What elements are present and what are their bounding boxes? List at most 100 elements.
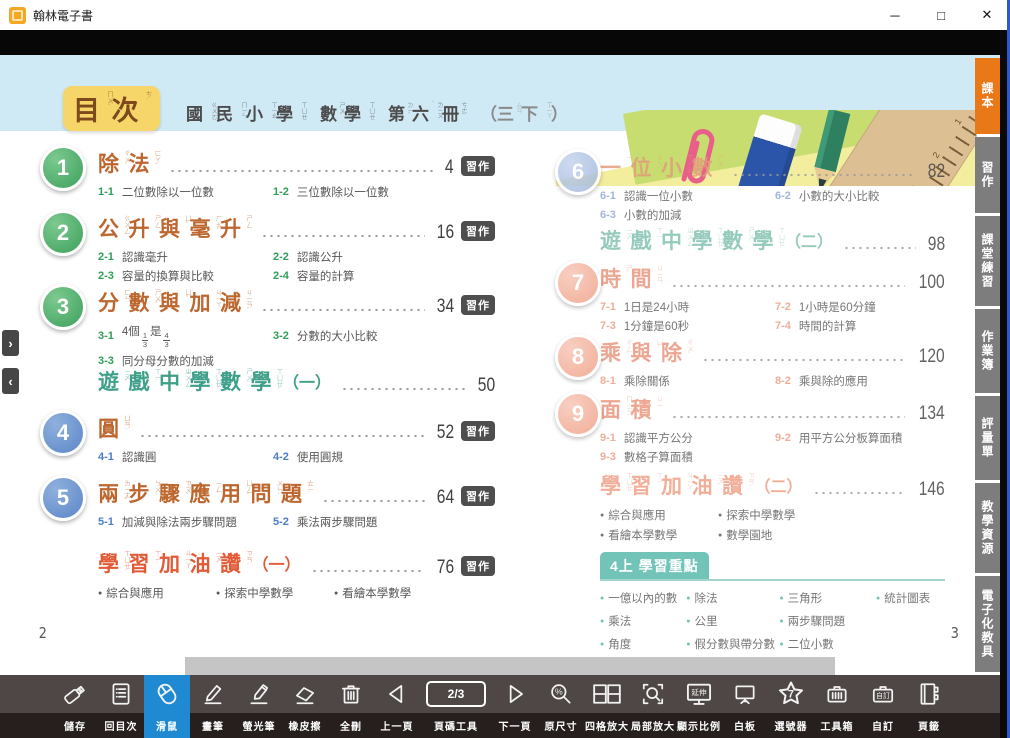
toc-subitem[interactable]: 7-11日是24小時: [600, 299, 775, 315]
toc-subitem[interactable]: 3-14個13是43: [98, 323, 273, 350]
feature-bullet-item: 數學園地: [718, 527, 836, 543]
toc-subitem[interactable]: 6-2小數的大小比較: [775, 188, 945, 204]
feature-title-row[interactable]: 學ㄒㄩㄝˊ習ㄒㄧˊ加ㄐㄧㄚ油ㄧㄡˊ讚ㄗㄢˋ（二）146: [600, 470, 945, 500]
sidebar-tab-5[interactable]: 評量單: [975, 396, 1000, 480]
toolbar-button-白板[interactable]: 白板: [722, 675, 768, 738]
toolbar-button-label: 滑鼠: [156, 713, 178, 738]
feature-title-row[interactable]: 遊ㄧㄡˊ戲ㄒㄧˋ中ㄓㄨㄥ學ㄒㄩㄝˊ數ㄕㄨˋ學ㄒㄩㄝˊ（二）98: [600, 225, 945, 255]
toolbar-button-四格放大[interactable]: 四格放大: [584, 675, 630, 738]
toc-subitem[interactable]: 4-2使用圓規: [273, 449, 495, 465]
maximize-button[interactable]: □: [918, 0, 964, 30]
toc-subitem[interactable]: 2-2認識公升: [273, 249, 495, 265]
svg-text:自訂: 自訂: [876, 691, 890, 700]
toolbar-button-工具箱[interactable]: 工具箱: [814, 675, 860, 738]
chapter-title-row[interactable]: 時ㄕˊ間ㄐㄧㄢ100: [600, 263, 945, 293]
toc-entry[interactable]: 7時ㄕˊ間ㄐㄧㄢ1007-11日是24小時7-21小時是60分鐘7-31分鐘是6…: [555, 263, 945, 334]
minimize-button[interactable]: ─: [872, 0, 918, 30]
chapter-title-row[interactable]: 除ㄔㄨˊ法ㄈㄚˇ4習作: [98, 148, 495, 178]
feature-title-row[interactable]: 學ㄒㄩㄝˊ習ㄒㄧˊ加ㄐㄧㄚ油ㄧㄡˊ讚ㄗㄢˋ（一）76習作: [98, 548, 495, 578]
toc-entry[interactable]: 8乘ㄔㄥˊ與ㄩˇ除ㄔㄨˊ1208-1乘除關係8-2乘與除的應用: [555, 337, 945, 389]
toc-entry[interactable]: 遊ㄧㄡˊ戲ㄒㄧˋ中ㄓㄨㄥ學ㄒㄩㄝˊ數ㄕㄨˋ學ㄒㄩㄝˊ（二）98: [555, 225, 945, 255]
toolbar-button-頁籤[interactable]: 頁籤: [906, 675, 952, 738]
chapter-title-row[interactable]: 一ㄧ位ㄨㄟˋ小ㄒㄧㄠˇ數ㄕㄨˋ82: [600, 152, 945, 182]
toc-subitem[interactable]: 7-31分鐘是60秒: [600, 318, 775, 334]
toc-subitem[interactable]: 9-1認識平方公分: [600, 430, 775, 446]
toc-entry[interactable]: 5兩ㄌㄧㄤˇ步ㄅㄨˋ驟ㄗㄡˋ應ㄧㄥˋ用ㄩㄥˋ問ㄨㄣˋ題ㄊㄧˊ64習作5-1加減與…: [40, 478, 495, 530]
toc-subitem[interactable]: 6-3小數的加減: [600, 207, 775, 223]
toc-entry[interactable]: 4圓ㄩㄢˊ52習作4-1認識圓4-2使用圓規: [40, 413, 495, 465]
sidebar-tab-6[interactable]: 教學資源: [975, 483, 1000, 573]
toolbar-button-回目次[interactable]: 回目次: [98, 675, 144, 738]
toc-subitem[interactable]: 1-2三位數除以一位數: [273, 184, 495, 200]
title-character: （: [480, 100, 497, 125]
sidebar-tab-7[interactable]: 電子化教具: [975, 576, 1000, 672]
toc-entry[interactable]: 2公ㄍㄨㄥ升ㄕㄥ與ㄩˇ毫ㄏㄠˊ升ㄕㄥ16習作2-1認識毫升2-2認識公升2-3容…: [40, 213, 495, 284]
toc-entry[interactable]: 6一ㄧ位ㄨㄟˋ小ㄒㄧㄠˇ數ㄕㄨˋ826-1認識一位小數6-2小數的大小比較6-3…: [555, 152, 945, 223]
workbook-badge[interactable]: 習作: [461, 421, 495, 441]
toolbar-button-下一頁[interactable]: 下一頁: [492, 675, 538, 738]
subitem-number: 7-4: [775, 320, 791, 332]
toolbar-button-橡皮擦[interactable]: 橡皮擦: [282, 675, 328, 738]
toc-subitem[interactable]: 3-2分數的大小比較: [273, 323, 495, 350]
toc-entry[interactable]: 3分ㄈㄣ數ㄕㄨˋ與ㄩˇ加ㄐㄧㄚ減ㄐㄧㄢˇ34習作3-14個13是433-2分數的…: [40, 287, 495, 369]
toc-subitem[interactable]: 9-2用平方公分板算面積: [775, 430, 945, 446]
chapter-title-row[interactable]: 面ㄇㄧㄢˋ積ㄐㄧ134: [600, 394, 945, 424]
horizontal-scrollbar[interactable]: [185, 657, 835, 675]
workbook-badge[interactable]: 習作: [461, 295, 495, 315]
learning-highlights[interactable]: 4上 學習重點一億以內的數乘法角度除法公里假分數與帶分數三角形兩步驟問題二位小數…: [555, 552, 945, 652]
toc-subitem[interactable]: 2-1認識毫升: [98, 249, 273, 265]
toc-subitem[interactable]: 7-21小時是60分鐘: [775, 299, 945, 315]
chapter-title-row[interactable]: 圓ㄩㄢˊ52習作: [98, 413, 495, 443]
toolbar-button-滑鼠[interactable]: 滑鼠: [144, 675, 190, 738]
chapter-title-row[interactable]: 兩ㄌㄧㄤˇ步ㄅㄨˋ驟ㄗㄡˋ應ㄧㄥˋ用ㄩㄥˋ問ㄨㄣˋ題ㄊㄧˊ64習作: [98, 478, 495, 508]
toc-subitem[interactable]: 4-1認識圓: [98, 449, 273, 465]
toc-subitem[interactable]: 2-3容量的換算與比較: [98, 268, 273, 284]
toc-subitem[interactable]: 5-2乘法兩步驟問題: [273, 514, 495, 530]
toc-entry[interactable]: 1除ㄔㄨˊ法ㄈㄚˇ4習作1-1二位數除以一位數1-2三位數除以一位數: [40, 148, 495, 200]
highlights-item: 二位小數: [779, 636, 876, 652]
toc-entry[interactable]: 學ㄒㄩㄝˊ習ㄒㄧˊ加ㄐㄧㄚ油ㄧㄡˊ讚ㄗㄢˋ（一）76習作綜合與應用探索中學數學看…: [40, 548, 495, 605]
pen-icon: [200, 675, 226, 713]
toolbar-button-畫筆[interactable]: 畫筆: [190, 675, 236, 738]
workbook-badge[interactable]: 習作: [461, 221, 495, 241]
toc-subitem[interactable]: 9-3數格子算面積: [600, 449, 775, 465]
chapter-title-row[interactable]: 分ㄈㄣ數ㄕㄨˋ與ㄩˇ加ㄐㄧㄚ減ㄐㄧㄢˇ34習作: [98, 287, 495, 317]
toolbar-button-選號器[interactable]: 7選號器: [768, 675, 814, 738]
chapter-title-row[interactable]: 公ㄍㄨㄥ升ㄕㄥ與ㄩˇ毫ㄏㄠˊ升ㄕㄥ16習作: [98, 213, 495, 243]
chapter-page-number: 16: [437, 223, 454, 242]
toc-subitem[interactable]: 8-1乘除關係: [600, 373, 775, 389]
toolbar-button-螢光筆[interactable]: 螢光筆: [236, 675, 282, 738]
toolbar-button-上一頁[interactable]: 上一頁: [374, 675, 420, 738]
workbook-badge[interactable]: 習作: [461, 156, 495, 176]
toc-entry[interactable]: 學ㄒㄩㄝˊ習ㄒㄧˊ加ㄐㄧㄚ油ㄧㄡˊ讚ㄗㄢˋ（二）146綜合與應用探索中學數學看繪…: [555, 470, 945, 547]
toolbar-button-顯示比例[interactable]: 延伸顯示比例: [676, 675, 722, 738]
workbook-badge[interactable]: 習作: [461, 556, 495, 576]
sidebar-tab-3[interactable]: 課堂練習: [975, 216, 1000, 306]
toolbar-button-原尺寸[interactable]: %原尺寸: [538, 675, 584, 738]
toc-subitem[interactable]: 8-2乘與除的應用: [775, 373, 945, 389]
feature-title-row[interactable]: 遊ㄧㄡˊ戲ㄒㄧˋ中ㄓㄨㄥ學ㄒㄩㄝˊ數ㄕㄨˋ學ㄒㄩㄝˊ（一）50: [98, 366, 495, 396]
toc-entry[interactable]: 遊ㄧㄡˊ戲ㄒㄧˋ中ㄓㄨㄥ學ㄒㄩㄝˊ數ㄕㄨˋ學ㄒㄩㄝˊ（一）50: [40, 366, 495, 396]
toc-entry[interactable]: 9面ㄇㄧㄢˋ積ㄐㄧ1349-1認識平方公分9-2用平方公分板算面積9-3數格子算…: [555, 394, 945, 465]
toolbar-button-局部放大[interactable]: 局部放大: [630, 675, 676, 738]
toc-subitem[interactable]: 6-1認識一位小數: [600, 188, 775, 204]
sidebar-tab-1[interactable]: 課本: [975, 58, 1000, 134]
toc-subitem[interactable]: 1-1二位數除以一位數: [98, 184, 273, 200]
panel-expand-arrow[interactable]: ›: [2, 330, 19, 356]
toolbar-button-全刪[interactable]: 全刪: [328, 675, 374, 738]
toolbar-button-頁碼工具[interactable]: 2/3頁碼工具: [420, 675, 492, 738]
sidebar-tab-4[interactable]: 作業簿: [975, 309, 1000, 393]
panel-collapse-arrow[interactable]: ‹: [2, 368, 19, 394]
subitem-number: 4-1: [98, 451, 114, 463]
title-character: 次ㄘˋ: [112, 89, 151, 128]
chapter-title-row[interactable]: 乘ㄔㄥˊ與ㄩˇ除ㄔㄨˊ120: [600, 337, 945, 367]
toc-subitem[interactable]: 7-4時間的計算: [775, 318, 945, 334]
toolbar-button-自訂[interactable]: 自訂自訂: [860, 675, 906, 738]
zhuyin-annotation: ㄔㄨˊ: [122, 150, 129, 170]
toolbar-button-儲存[interactable]: 儲存: [52, 675, 98, 738]
workbook-badge[interactable]: 習作: [461, 486, 495, 506]
close-button[interactable]: ✕: [964, 0, 1010, 30]
toc-subitem[interactable]: 5-1加減與除法兩步驟問題: [98, 514, 273, 530]
sidebar-tab-2[interactable]: 習作: [975, 137, 1000, 213]
toc-subitem[interactable]: 2-4容量的計算: [273, 268, 495, 284]
